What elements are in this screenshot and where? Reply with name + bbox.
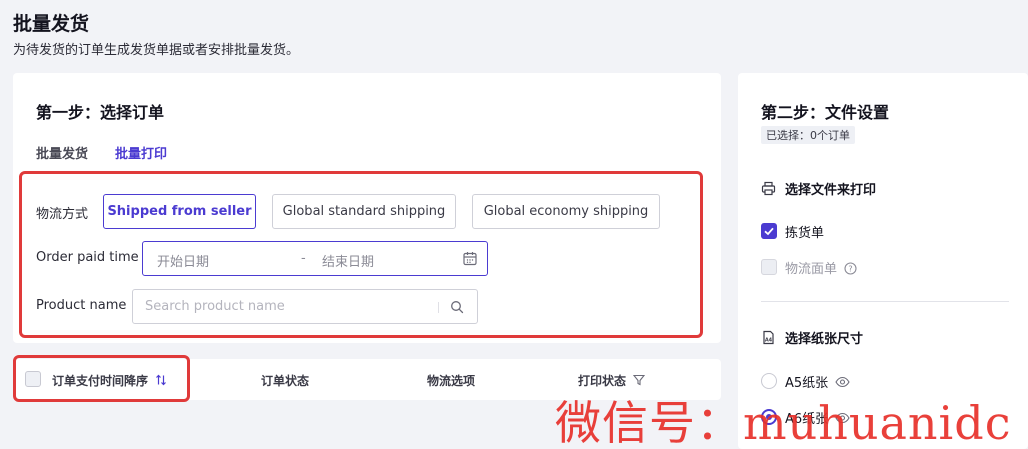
print-files-label: 选择文件来打印 (785, 183, 877, 198)
print-files-heading: 选择文件来打印 (761, 179, 876, 198)
col-shipping-option: 物流选项 (427, 374, 476, 388)
paper-size-icon: A4 (763, 330, 774, 345)
col-print-status-label: 打印状态 (578, 374, 627, 388)
sort-highlight-box (13, 355, 190, 402)
selected-count-badge: 已选择：0个订单 (761, 126, 855, 144)
tab-bulk-ship[interactable]: 批量发货 (36, 143, 88, 162)
svg-text:A4: A4 (765, 338, 773, 344)
shipping-label-checkbox[interactable] (761, 259, 777, 275)
page-title: 批量发货 (13, 13, 90, 35)
paper-size-heading: A4 选择纸张尺寸 (761, 328, 863, 347)
step1-title: 第一步：选择订单 (36, 103, 165, 122)
svg-text:?: ? (849, 265, 853, 274)
section-divider (761, 301, 1009, 302)
step2-title: 第二步：文件设置 (761, 103, 890, 122)
page-subtitle: 为待发货的订单生成发货单据或者安排批量发货。 (13, 43, 300, 58)
picking-list-checkbox[interactable] (761, 223, 777, 239)
filter-highlight-box (19, 171, 703, 338)
help-icon[interactable]: ? (844, 262, 857, 275)
watermark-text: 微信号：muhuanidc (555, 396, 1012, 449)
tab-bulk-print[interactable]: 批量打印 (115, 143, 167, 162)
paper-size-label: 选择纸张尺寸 (785, 332, 864, 347)
picking-list-label[interactable]: 拣货单 (785, 222, 824, 241)
shipping-label-option: 物流面单 ? (785, 258, 857, 277)
check-icon (764, 227, 774, 236)
col-order-status: 订单状态 (261, 374, 310, 388)
filter-icon[interactable] (633, 374, 646, 386)
shipping-label-text: 物流面单 (785, 262, 838, 277)
printer-icon (761, 181, 776, 196)
